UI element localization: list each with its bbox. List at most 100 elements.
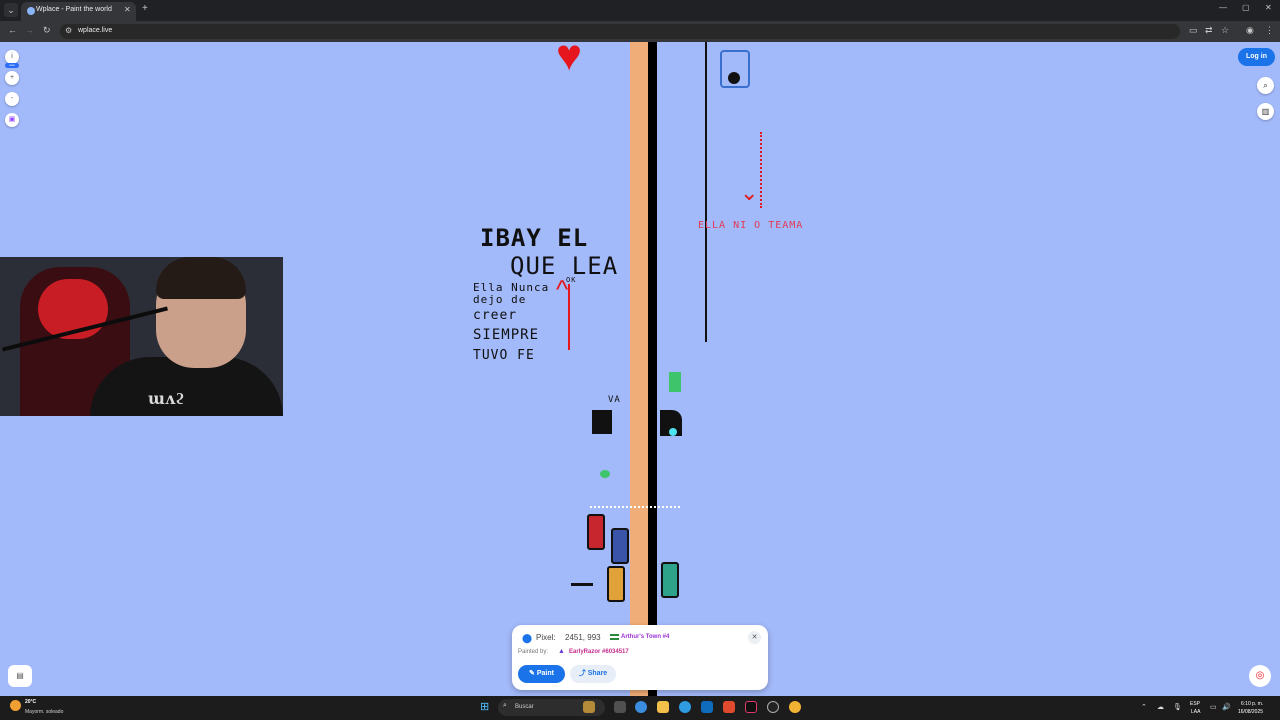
search-location-icon[interactable]: ⌕: [1257, 77, 1274, 94]
language-bottom[interactable]: LAA: [1191, 709, 1200, 715]
art-text-va: VA: [608, 395, 621, 405]
pixel-coords: 2451, 993: [565, 633, 601, 642]
dotted-arrow-shaft: [760, 132, 762, 208]
black-block-left: [592, 410, 612, 434]
alliance-icon: ▲: [558, 648, 565, 655]
info-icon[interactable]: i: [5, 50, 19, 64]
zoom-out-icon[interactable]: -: [5, 92, 19, 106]
red-car-sprite: [587, 514, 605, 550]
bookmark-star-icon[interactable]: ☆: [1221, 25, 1229, 36]
translate-icon[interactable]: ⇄: [1205, 25, 1213, 36]
layers-icon[interactable]: ▤: [8, 665, 32, 687]
road-stripe: [630, 42, 648, 696]
painter-name[interactable]: EarlyRazor #6034517: [569, 649, 629, 655]
share-button[interactable]: ⤴ Share: [570, 665, 616, 683]
clock-date[interactable]: 16/08/2025: [1238, 709, 1263, 715]
copilot-icon[interactable]: [635, 701, 647, 713]
close-panel-button[interactable]: ✕: [748, 631, 761, 644]
paint-label: Paint: [536, 670, 554, 677]
pixel-info-panel: ⬤ Pixel: 2451, 993 Arthur's Town #4 ✕ Pa…: [512, 625, 768, 690]
forward-button[interactable]: →: [25, 25, 34, 35]
weather-desc: Mayorm. soleado: [25, 709, 64, 715]
search-placeholder: Buscar: [515, 704, 534, 710]
minimize-button[interactable]: —: [1219, 3, 1227, 12]
red-arrow-head: ^: [556, 274, 569, 304]
road-edge-line: [648, 42, 657, 696]
login-button[interactable]: Log in: [1238, 48, 1275, 66]
cast-icon[interactable]: ▭: [1189, 25, 1198, 36]
divider-line: [705, 42, 707, 342]
browser-toolbar: ← → ↻ ⚙ wplace.live ▭ ⇄ ☆ ◉ ⋮: [0, 21, 1280, 42]
art-text-small5: TUVO FE: [473, 348, 535, 363]
black-sprite: [728, 72, 740, 84]
volume-icon[interactable]: 🔊: [1222, 703, 1231, 711]
os-taskbar: 20°C Mayorm. soleado ⊞ ⌕ Buscar ⌃ ☁ 🎙 ES…: [0, 696, 1280, 720]
yellow-car-sprite: [607, 566, 625, 602]
paint-button[interactable]: ✎ Paint: [518, 665, 565, 683]
locate-icon[interactable]: ◎: [1249, 665, 1271, 687]
profile-icon[interactable]: ◉: [1246, 25, 1254, 36]
back-button[interactable]: ←: [8, 25, 17, 35]
webcam-overlay: ɯʌϩ: [0, 257, 283, 416]
close-tab-icon[interactable]: ✕: [124, 5, 131, 14]
new-tab-button[interactable]: +: [142, 3, 148, 14]
widget-icon[interactable]: [583, 701, 595, 713]
art-text-small4: SIEMPRE: [473, 327, 540, 343]
art-text-small3: creer: [473, 308, 518, 323]
edge-icon[interactable]: [679, 701, 691, 713]
tray-chevron-icon[interactable]: ⌃: [1141, 703, 1147, 711]
dotted-white-line: [590, 506, 680, 508]
art-text-small2: dejo de: [473, 293, 527, 306]
reload-button[interactable]: ↻: [43, 25, 51, 36]
task-view-icon[interactable]: [614, 701, 626, 713]
onedrive-icon[interactable]: ☁: [1157, 703, 1164, 711]
chrome-icon[interactable]: [789, 701, 801, 713]
tab-search-button[interactable]: ⌄: [4, 3, 18, 17]
town-link[interactable]: Arthur's Town #4: [621, 634, 669, 640]
menu-kebab-icon[interactable]: ⋮: [1265, 25, 1274, 36]
black-dash: [571, 583, 593, 586]
dotted-arrow-head: ⌄: [740, 180, 759, 205]
green-blob: [600, 470, 610, 478]
globe-icon: [27, 7, 35, 15]
cyan-dot: [669, 428, 677, 436]
flag-icon: [610, 634, 619, 640]
green-figure: [669, 372, 681, 392]
map-pin-icon: ⬤: [522, 633, 533, 643]
new-badge: new: [5, 63, 19, 68]
tab-strip: ⌄ Wplace - Paint the world ✕ + — ▢ ✕: [0, 0, 1280, 21]
art-text-line1: IBAY EL: [480, 224, 589, 252]
tiktok-icon[interactable]: [745, 701, 757, 713]
tab-title: Wplace - Paint the world: [36, 6, 112, 13]
close-window-button[interactable]: ✕: [1265, 3, 1272, 12]
art-text-red: ELLA NI O TEAMA: [698, 220, 804, 231]
language-top[interactable]: ESP: [1190, 701, 1200, 707]
share-label: Share: [587, 670, 608, 677]
file-explorer-icon[interactable]: [657, 701, 669, 713]
blue-car-sprite: [611, 528, 629, 564]
display-icon[interactable]: ▭: [1210, 703, 1217, 711]
mic-icon[interactable]: 🎙: [1173, 703, 1182, 711]
weather-temp: 20°C: [25, 699, 37, 705]
leaderboard-icon[interactable]: ▥: [1257, 103, 1274, 120]
zoom-in-icon[interactable]: +: [5, 71, 19, 85]
clock-app-icon[interactable]: [767, 701, 779, 713]
heart-drawing: ♥: [556, 42, 583, 80]
outlook-icon[interactable]: [701, 701, 713, 713]
streamer-hair: [156, 257, 246, 299]
twitch-icon[interactable]: ▣: [5, 113, 19, 127]
teal-car-sprite: [661, 562, 679, 598]
clock-time[interactable]: 6:10 p. m.: [1241, 701, 1263, 707]
start-icon[interactable]: ⊞: [480, 702, 489, 713]
shirt-logo: ɯʌϩ: [148, 389, 185, 408]
url-text[interactable]: wplace.live: [78, 27, 112, 34]
pixel-label: Pixel:: [536, 633, 556, 642]
site-info-icon[interactable]: ⚙: [65, 26, 72, 35]
address-bar[interactable]: ⚙ wplace.live: [60, 24, 1180, 39]
maximize-button[interactable]: ▢: [1242, 3, 1250, 12]
red-arrow-shaft: [568, 284, 570, 350]
weather-icon[interactable]: [10, 700, 21, 711]
search-icon: ⌕: [503, 702, 507, 709]
tab-wplace[interactable]: Wplace - Paint the world ✕: [21, 2, 136, 21]
brave-icon[interactable]: [723, 701, 735, 713]
